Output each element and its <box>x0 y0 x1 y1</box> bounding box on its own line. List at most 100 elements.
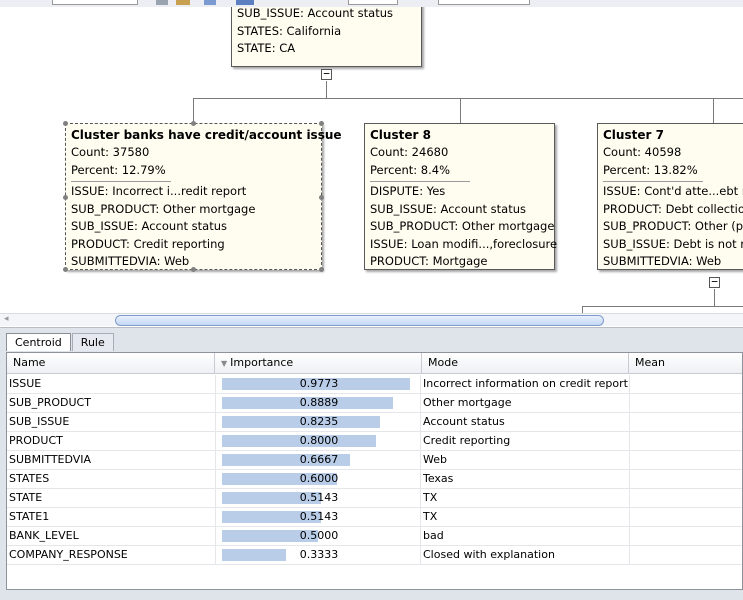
cluster-count: Count: 40598 <box>603 145 682 159</box>
panel-tabs: Centroid Rule <box>6 333 115 351</box>
importance-cell: 0.5000 <box>215 527 421 546</box>
mode-value: TX <box>423 491 438 504</box>
tab-rule[interactable]: Rule <box>71 333 114 351</box>
importance-cell: 0.8000 <box>215 432 421 451</box>
importance-value: 0.8000 <box>299 434 339 447</box>
resize-handle[interactable] <box>63 267 68 272</box>
details-panel: Centroid Rule Name ▼ Importance Mode Mean… <box>0 327 743 600</box>
connector <box>193 98 194 123</box>
root-rule-3: STATE: CA <box>237 41 296 55</box>
column-header-mean[interactable]: Mean <box>629 353 742 374</box>
column-header-name[interactable]: Name <box>7 353 215 374</box>
mode-value: Web <box>423 453 447 466</box>
importance-value: 0.3333 <box>299 548 339 561</box>
table-row[interactable]: COMPANY_RESPONSE 0.3333 Closed with explan… <box>7 546 742 565</box>
table-row[interactable]: STATE 0.5143 TX <box>7 489 742 508</box>
resize-handle[interactable] <box>63 195 68 200</box>
cluster-rule: ISSUE: Loan modifi...,foreclosure <box>370 236 558 251</box>
column-header-mode[interactable]: Mode <box>422 353 629 374</box>
cluster-rule: PRODUCT: Mortgage <box>370 254 488 268</box>
connector <box>326 81 327 98</box>
mode-value: Other mortgage <box>423 396 512 409</box>
zoom-select[interactable] <box>52 0 138 5</box>
scroll-left-icon[interactable]: ◂ <box>4 314 9 324</box>
resize-handle[interactable] <box>319 121 324 126</box>
attribute-name: SUB_ISSUE <box>9 415 70 428</box>
mean-value <box>629 432 742 451</box>
cluster-rule: SUB_ISSUE: Debt is not r <box>603 236 743 251</box>
cluster-rule: SUB_ISSUE: Account status <box>71 219 227 233</box>
importance-cell: 0.5143 <box>215 489 421 508</box>
root-rule-2: STATES: California <box>237 23 342 38</box>
toolbar <box>0 0 743 7</box>
cluster-rule: DISPUTE: Yes <box>370 184 446 198</box>
cluster-rule: ISSUE: Cont'd atte...ebt no <box>603 184 743 198</box>
select-icon[interactable] <box>236 0 254 5</box>
separator <box>71 181 171 182</box>
attribute-name: ISSUE <box>9 377 42 390</box>
cluster-node-8[interactable]: Cluster 8 Count: 24680 Percent: 8.4% DIS… <box>364 123 558 270</box>
importance-cell: 0.6667 <box>215 451 421 470</box>
cluster-node-7[interactable]: Cluster 7 Count: 40598 Percent: 13.82% I… <box>597 123 743 270</box>
mean-value <box>629 527 742 546</box>
importance-cell: 0.8889 <box>215 394 421 413</box>
table-row[interactable]: ISSUE 0.9773 Incorrect information on cred… <box>7 375 742 394</box>
cluster-title: Cluster banks have credit/account issue <box>71 128 342 142</box>
table-row[interactable]: SUBMITTEDVIA 0.6667 Web <box>7 451 742 470</box>
cluster-rule: PRODUCT: Credit reporting <box>71 236 225 251</box>
sort-descending-icon: ▼ <box>221 359 228 368</box>
table-row[interactable]: BANK_LEVEL 0.5000 bad <box>7 527 742 546</box>
importance-cell: 0.3333 <box>215 546 421 565</box>
column-header-importance[interactable]: ▼ Importance <box>215 353 422 374</box>
resize-handle[interactable] <box>319 195 324 200</box>
mean-value <box>629 394 742 413</box>
tree-icon[interactable] <box>204 0 216 5</box>
cluster-node-banks[interactable]: Cluster banks have credit/account issue … <box>65 123 342 270</box>
collapse-icon[interactable]: − <box>321 68 332 80</box>
tab-centroid[interactable]: Centroid <box>6 333 71 351</box>
connector <box>460 98 461 123</box>
mean-value <box>629 546 742 565</box>
attribute-name: PRODUCT <box>9 434 63 447</box>
resize-handle[interactable] <box>63 121 68 126</box>
mode-value: Incorrect information on credit report <box>423 377 628 390</box>
importance-value: 0.5143 <box>299 491 339 504</box>
table-row[interactable]: STATES 0.6000 Texas <box>7 470 742 489</box>
mode-value: Credit reporting <box>423 434 511 447</box>
resize-handle[interactable] <box>191 267 196 272</box>
cluster-rule: SUB_PRODUCT: Other mortgage <box>71 201 256 216</box>
collapse-icon[interactable]: − <box>709 276 720 288</box>
resize-handle[interactable] <box>191 121 196 126</box>
importance-value: 0.8235 <box>299 415 339 428</box>
connector <box>713 98 714 123</box>
table-row[interactable]: PRODUCT 0.8000 Credit reporting <box>7 432 742 451</box>
connector <box>582 306 743 307</box>
layout-select[interactable] <box>348 0 398 5</box>
cluster-percent: Percent: 8.4% <box>370 162 451 177</box>
horizontal-scrollbar[interactable]: ◂ <box>0 313 743 326</box>
scrollbar-thumb[interactable] <box>115 315 604 326</box>
separator <box>370 181 470 182</box>
mode-value: Closed with explanation <box>423 548 555 561</box>
cluster-rule: ISSUE: Incorrect i...redit report <box>71 184 247 198</box>
root-rule-1: SUB_ISSUE: Account status <box>237 7 393 20</box>
filter-select[interactable] <box>438 0 530 5</box>
attribute-name: COMPANY_RESPONSE <box>9 548 128 561</box>
table-row[interactable]: STATE1 0.5143 TX <box>7 508 742 527</box>
table-row[interactable]: SUB_PRODUCT 0.8889 Other mortgage <box>7 394 742 413</box>
centroid-table: Name ▼ Importance Mode Mean ISSUE 0.9773 In… <box>6 352 743 590</box>
importance-value: 0.6000 <box>299 472 339 485</box>
importance-cell: 0.8235 <box>215 413 421 432</box>
root-cluster-node[interactable]: SUB_ISSUE: Account status STATES: Califo… <box>231 7 422 67</box>
chart-icon[interactable] <box>176 0 190 5</box>
layout-icon[interactable] <box>156 0 168 5</box>
connector <box>582 306 583 313</box>
resize-handle[interactable] <box>319 267 324 272</box>
cluster-count: Count: 37580 <box>71 145 150 159</box>
mode-value: Texas <box>423 472 454 485</box>
cluster-tree-diagram[interactable]: SUB_ISSUE: Account status STATES: Califo… <box>0 7 743 313</box>
mean-value <box>629 375 742 394</box>
cluster-count: Count: 24680 <box>370 145 449 159</box>
table-row[interactable]: SUB_ISSUE 0.8235 Account status <box>7 413 742 432</box>
cluster-rule: SUB_PRODUCT: Other mortgage <box>370 219 555 233</box>
